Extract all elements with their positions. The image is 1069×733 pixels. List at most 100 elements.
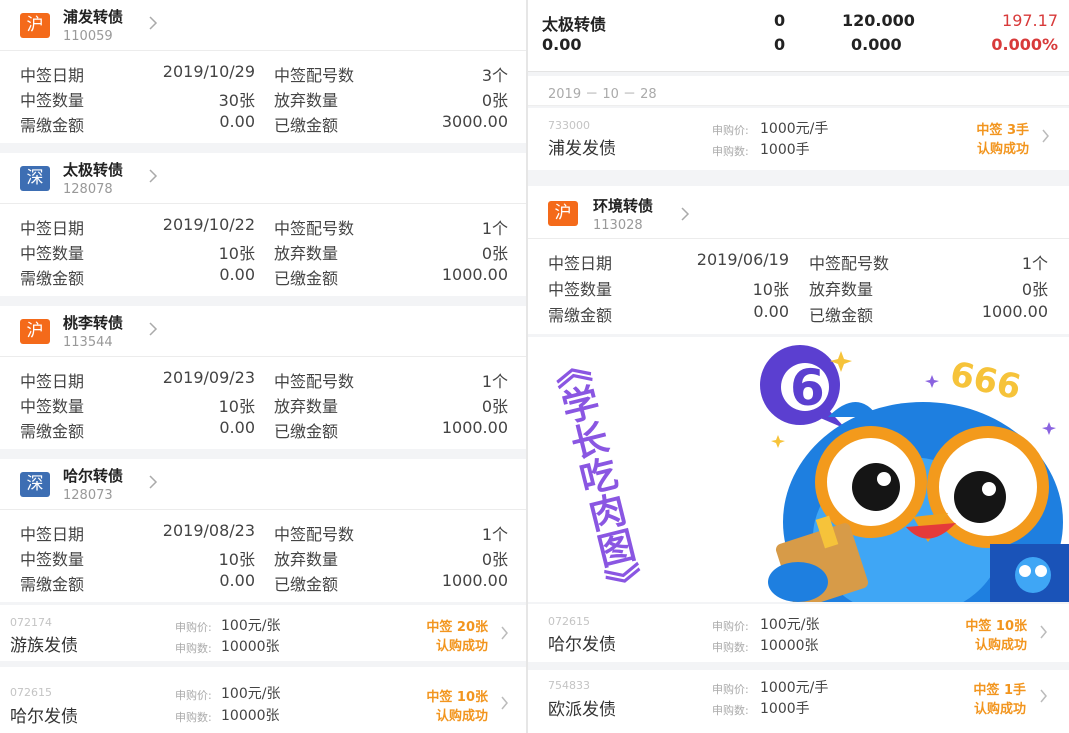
date-value: 2019/06/19 (696, 250, 789, 269)
position-market-value: 0.000 (851, 35, 902, 54)
quantity-value: 10张 (218, 550, 255, 569)
chevron-right-icon[interactable] (679, 206, 691, 222)
sub-status: 认购成功 (974, 638, 1027, 653)
sub-name: 哈尔发债 (10, 707, 78, 727)
due-value: 0.00 (219, 571, 255, 590)
bond-card-haer[interactable]: 深 哈尔转债 128073 中签日期 2019/08/23 中签配号数 1个 中… (0, 459, 526, 602)
bond-card-huanjing[interactable]: 沪 环境转债 113028 中签日期 2019/06/19 中签配号数 1个 中… (528, 186, 1069, 334)
bond-name: 太极转债 (63, 161, 124, 179)
subscription-row-youzu[interactable]: 072174 游族发债 申购价: 100元/张 申购数: 10000张 中签 2… (0, 605, 526, 661)
sub-price-value: 1000元/手 (760, 680, 829, 696)
due-label: 需缴金额 (20, 269, 85, 288)
subscription-row-haer[interactable]: 072615 哈尔发债 申购价: 100元/张 申购数: 10000张 中签 1… (0, 667, 526, 733)
sub-qty-label: 申购数: (712, 145, 749, 158)
sub-result: 中签 20张 (426, 620, 488, 635)
due-value: 0.00 (753, 302, 789, 321)
chevron-right-icon[interactable] (147, 168, 159, 184)
date-label: 中签日期 (548, 254, 613, 273)
right-panel: 太极转债 0 120.000 197.17 0.00 0 0.000 0.000… (528, 0, 1069, 733)
abandon-value: 0张 (481, 397, 508, 416)
bond-card-header[interactable]: 沪 浦发转债 110059 (0, 0, 526, 51)
sub-qty-value: 10000张 (760, 638, 819, 654)
abandon-label: 放弃数量 (274, 550, 339, 569)
subscription-row-pufa[interactable]: 733000 浦发发债 申购价: 1000元/手 申购数: 1000手 中签 3… (528, 108, 1069, 170)
sub-price-value: 100元/张 (760, 617, 820, 633)
sub-price-value: 100元/张 (221, 686, 281, 702)
paid-value: 1000.00 (981, 302, 1048, 321)
bond-card-header[interactable]: 深 太极转债 128078 (0, 153, 526, 204)
chevron-right-icon[interactable] (1040, 128, 1051, 144)
chevron-right-icon[interactable] (499, 625, 510, 641)
market-badge: 沪 (20, 13, 50, 38)
chevron-right-icon[interactable] (147, 321, 159, 337)
bond-name: 桃李转债 (63, 314, 124, 332)
bond-code: 113028 (593, 218, 643, 233)
sub-name: 欧派发债 (548, 700, 616, 720)
sub-qty-label: 申购数: (712, 704, 749, 717)
bond-card-header[interactable]: 深 哈尔转债 128073 (0, 459, 526, 510)
paid-label: 已缴金额 (274, 422, 339, 441)
sub-qty-value: 1000手 (760, 701, 810, 717)
bond-code: 128078 (63, 182, 113, 197)
match-count-value: 1个 (481, 372, 508, 391)
date-label: 中签日期 (20, 66, 85, 85)
position-cost: 120.000 (842, 11, 915, 30)
subscription-row-haer-right[interactable]: 072615 哈尔发债 申购价: 100元/张 申购数: 10000张 中签 1… (528, 604, 1069, 662)
sub-code: 733000 (548, 119, 590, 132)
sub-name: 游族发债 (10, 636, 78, 656)
section-date: 2019 － 10 － 28 (548, 87, 657, 102)
sub-result: 中签 10张 (426, 690, 488, 705)
match-count-value: 1个 (1021, 254, 1048, 273)
abandon-label: 放弃数量 (809, 280, 874, 299)
bond-code: 110059 (63, 29, 113, 44)
sub-name: 哈尔发债 (548, 635, 616, 655)
chevron-right-icon[interactable] (147, 15, 159, 31)
date-value: 2019/10/29 (162, 62, 255, 81)
sub-code: 072615 (548, 615, 590, 628)
left-panel: 沪 浦发转债 110059 中签日期 2019/10/29 中签配号数 3个 中… (0, 0, 526, 733)
sub-price-label: 申购价: (175, 689, 212, 702)
position-summary[interactable]: 太极转债 0 120.000 197.17 0.00 0 0.000 0.000… (528, 0, 1069, 72)
chevron-right-icon[interactable] (1038, 624, 1049, 640)
owl-sticker-image: 666 6 《学长吃肉图》 (528, 337, 1069, 602)
quantity-label: 中签数量 (20, 397, 85, 416)
quantity-label: 中签数量 (20, 91, 85, 110)
sub-qty-label: 申购数: (175, 711, 212, 724)
sub-price-value: 100元/张 (221, 618, 281, 634)
bond-card-taoli[interactable]: 沪 桃李转债 113544 中签日期 2019/09/23 中签配号数 1个 中… (0, 306, 526, 449)
bond-card-taiji[interactable]: 深 太极转债 128078 中签日期 2019/10/22 中签配号数 1个 中… (0, 153, 526, 296)
date-label: 中签日期 (20, 372, 85, 391)
sub-qty-value: 10000张 (221, 708, 280, 724)
market-badge: 沪 (548, 201, 578, 226)
match-count-value: 3个 (481, 66, 508, 85)
sub-price-label: 申购价: (712, 124, 749, 137)
match-count-label: 中签配号数 (274, 66, 355, 85)
position-profit-ratio: 0.000% (991, 35, 1058, 54)
bond-card-pufa[interactable]: 沪 浦发转债 110059 中签日期 2019/10/29 中签配号数 3个 中… (0, 0, 526, 143)
sub-code: 072174 (10, 616, 52, 629)
due-value: 0.00 (219, 265, 255, 284)
sub-name: 浦发发债 (548, 139, 616, 159)
paid-value: 1000.00 (441, 418, 508, 437)
quantity-value: 10张 (218, 244, 255, 263)
chevron-right-icon[interactable] (147, 474, 159, 490)
chevron-right-icon[interactable] (499, 695, 510, 711)
bond-card-header[interactable]: 沪 桃李转债 113544 (0, 306, 526, 357)
bond-name: 哈尔转债 (63, 467, 124, 485)
position-price: 197.17 (1002, 11, 1058, 30)
sub-qty-value: 10000张 (221, 639, 280, 655)
sub-status: 认购成功 (976, 142, 1029, 157)
paid-value: 1000.00 (441, 265, 508, 284)
abandon-label: 放弃数量 (274, 244, 339, 263)
paid-label: 已缴金额 (274, 575, 339, 594)
chevron-right-icon[interactable] (1038, 688, 1049, 704)
match-count-label: 中签配号数 (274, 525, 355, 544)
abandon-label: 放弃数量 (274, 397, 339, 416)
date-value: 2019/08/23 (162, 521, 255, 540)
subscription-row-oupai[interactable]: 754833 欧派发债 申购价: 1000元/手 申购数: 1000手 中签 1… (528, 670, 1069, 733)
abandon-value: 0张 (481, 244, 508, 263)
paid-value: 1000.00 (441, 571, 508, 590)
abandon-value: 0张 (481, 550, 508, 569)
bond-card-header[interactable]: 沪 环境转债 113028 (528, 186, 1069, 239)
paid-label: 已缴金额 (809, 306, 874, 325)
